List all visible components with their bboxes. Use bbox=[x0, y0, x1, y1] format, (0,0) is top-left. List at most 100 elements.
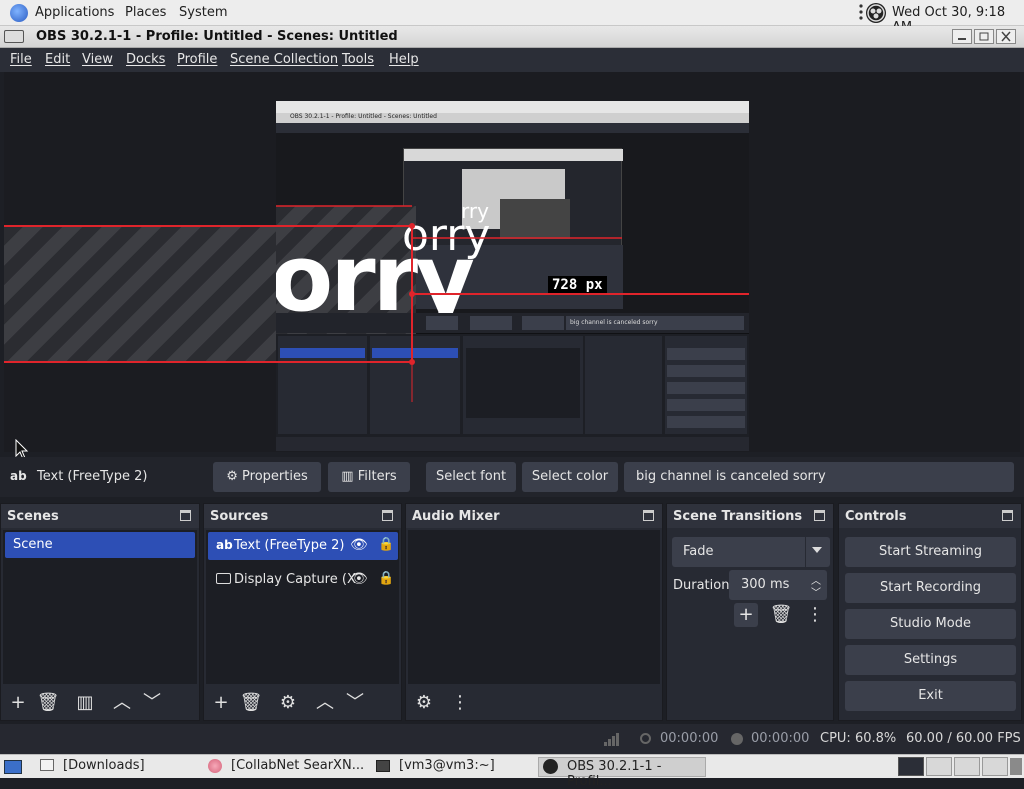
fps-readout: 60.00 / 60.00 FPS bbox=[906, 731, 1021, 746]
task-browser[interactable]: [CollabNet SearXN... bbox=[204, 757, 370, 777]
source-properties-icon[interactable]: ⚙ bbox=[276, 691, 300, 715]
menu-bar: File Edit View Docks Profile Scene Colle… bbox=[0, 48, 1024, 72]
eye-icon[interactable]: 👁 bbox=[350, 571, 368, 587]
workspace-3[interactable] bbox=[954, 757, 980, 776]
window-menu-icon[interactable] bbox=[4, 30, 24, 43]
text-value-field[interactable]: big channel is canceled sorry bbox=[624, 462, 1014, 492]
terminal-icon bbox=[376, 760, 390, 772]
move-up-icon[interactable]: ︿ bbox=[110, 691, 134, 715]
applications-menu[interactable]: Applications bbox=[35, 5, 114, 20]
transition-value: Fade bbox=[683, 544, 714, 559]
audio-mixer-dock: Audio Mixer ⚙ ⋮ bbox=[405, 503, 663, 721]
remove-scene-icon[interactable]: 🗑 bbox=[36, 691, 60, 715]
workspace-4[interactable] bbox=[982, 757, 1008, 776]
system-menu[interactable]: System bbox=[179, 5, 227, 20]
workspace-2[interactable] bbox=[926, 757, 952, 776]
folder-icon bbox=[40, 759, 54, 771]
maximize-button[interactable] bbox=[974, 29, 994, 44]
status-bar: 00:00:00 00:00:00 CPU: 60.8% 60.00 / 60.… bbox=[0, 724, 1024, 754]
distro-logo-icon[interactable] bbox=[10, 4, 28, 22]
stream-time: 00:00:00 bbox=[660, 731, 719, 746]
sources-list[interactable]: ab Text (FreeType 2) 👁 🔒 Display Capture… bbox=[206, 530, 399, 684]
gear-icon: ⚙ bbox=[226, 469, 238, 484]
source-name: Text (FreeType 2) bbox=[234, 538, 345, 553]
transform-guides bbox=[4, 205, 749, 402]
remove-source-icon[interactable]: 🗑 bbox=[239, 691, 263, 715]
sources-title: Sources bbox=[210, 509, 269, 524]
trash-icon[interactable] bbox=[1010, 758, 1022, 775]
window-titlebar[interactable]: OBS 30.2.1-1 - Profile: Untitled - Scene… bbox=[0, 26, 1024, 48]
undock-icon[interactable] bbox=[814, 510, 825, 521]
move-down-icon[interactable]: ﹀ bbox=[140, 691, 164, 715]
add-scene-icon[interactable]: + bbox=[6, 691, 30, 715]
menu-tools[interactable]: Tools bbox=[342, 52, 374, 67]
more-options-icon[interactable]: ⋮ bbox=[448, 691, 472, 715]
places-menu[interactable]: Places bbox=[125, 5, 166, 20]
vertical-dots-icon[interactable] bbox=[859, 4, 863, 20]
transition-select[interactable]: Fade bbox=[672, 537, 830, 567]
menu-view[interactable]: View bbox=[82, 52, 113, 67]
menu-help[interactable]: Help bbox=[389, 52, 419, 67]
undock-icon[interactable] bbox=[1002, 510, 1013, 521]
move-up-icon[interactable]: ︿ bbox=[313, 691, 337, 715]
transitions-title: Scene Transitions bbox=[673, 509, 803, 524]
properties-button[interactable]: ⚙ Properties bbox=[213, 462, 321, 492]
controls-title: Controls bbox=[845, 509, 907, 524]
chevron-down-icon bbox=[812, 547, 822, 553]
scenes-title: Scenes bbox=[7, 509, 59, 524]
filters-button[interactable]: ▥ Filters bbox=[328, 462, 410, 492]
task-downloads[interactable]: [Downloads] bbox=[36, 757, 206, 777]
move-down-icon[interactable]: ﹀ bbox=[343, 691, 367, 715]
scene-filters-icon[interactable]: ▥ bbox=[73, 691, 97, 715]
undock-icon[interactable] bbox=[382, 510, 393, 521]
system-top-panel: Applications Places System Wed Oct 30, 9… bbox=[0, 0, 1024, 35]
studio-mode-button[interactable]: Studio Mode bbox=[845, 609, 1016, 639]
advanced-audio-icon[interactable]: ⚙ bbox=[412, 691, 436, 715]
audio-mixer-title: Audio Mixer bbox=[412, 509, 500, 524]
eye-icon[interactable]: 👁 bbox=[350, 537, 368, 553]
duration-spinbox[interactable]: 300 ms ︿ ﹀ bbox=[729, 570, 827, 600]
selected-source-name: Text (FreeType 2) bbox=[37, 469, 148, 484]
scene-item[interactable]: Scene bbox=[5, 532, 195, 558]
exit-button[interactable]: Exit bbox=[845, 681, 1016, 711]
show-desktop-icon[interactable] bbox=[4, 760, 22, 774]
menu-edit[interactable]: Edit bbox=[45, 52, 70, 67]
source-name: Display Capture (X bbox=[234, 572, 356, 587]
monitor-icon bbox=[216, 573, 231, 584]
lock-icon[interactable]: 🔒 bbox=[378, 571, 394, 586]
obs-icon bbox=[543, 759, 558, 774]
add-transition-button[interactable]: + bbox=[734, 603, 758, 627]
add-source-icon[interactable]: + bbox=[209, 691, 233, 715]
text-source-icon: ab bbox=[216, 538, 233, 552]
record-status-icon bbox=[731, 733, 743, 745]
obs-tray-icon[interactable] bbox=[866, 3, 886, 23]
source-item-display-capture[interactable]: Display Capture (X 👁 🔒 bbox=[208, 566, 398, 594]
scene-transitions-dock: Scene Transitions Fade Duration 300 ms ︿… bbox=[666, 503, 834, 721]
settings-button[interactable]: Settings bbox=[845, 645, 1016, 675]
menu-profile[interactable]: Profile bbox=[177, 52, 217, 67]
minimize-button[interactable] bbox=[952, 29, 972, 44]
menu-docks[interactable]: Docks bbox=[126, 52, 165, 67]
transition-properties-icon[interactable]: ⋮ bbox=[803, 603, 827, 627]
source-item-text[interactable]: ab Text (FreeType 2) 👁 🔒 bbox=[208, 532, 398, 560]
menu-scene-collection[interactable]: Scene Collection bbox=[230, 52, 338, 67]
record-time: 00:00:00 bbox=[751, 731, 810, 746]
task-terminal[interactable]: [vm3@vm3:~] bbox=[372, 757, 536, 777]
lock-icon[interactable]: 🔒 bbox=[378, 537, 394, 552]
select-font-button[interactable]: Select font bbox=[426, 462, 516, 492]
start-streaming-button[interactable]: Start Streaming bbox=[845, 537, 1016, 567]
undock-icon[interactable] bbox=[643, 510, 654, 521]
close-button[interactable] bbox=[996, 29, 1016, 44]
source-toolbar: ab Text (FreeType 2) ⚙ Properties ▥ Filt… bbox=[0, 457, 1024, 497]
undock-icon[interactable] bbox=[180, 510, 191, 521]
scenes-list[interactable]: Scene bbox=[3, 530, 197, 684]
spin-down-icon[interactable]: ﹀ bbox=[811, 584, 821, 599]
start-recording-button[interactable]: Start Recording bbox=[845, 573, 1016, 603]
workspace-1[interactable] bbox=[898, 757, 924, 776]
duration-label: Duration bbox=[673, 578, 730, 593]
task-obs[interactable]: OBS 30.2.1-1 - Profil... bbox=[538, 757, 706, 789]
select-color-button[interactable]: Select color bbox=[522, 462, 618, 492]
menu-file[interactable]: File bbox=[10, 52, 32, 67]
remove-transition-icon[interactable]: 🗑 bbox=[769, 603, 793, 627]
scenes-dock: Scenes Scene + 🗑 ▥ ︿ ﹀ bbox=[0, 503, 200, 721]
